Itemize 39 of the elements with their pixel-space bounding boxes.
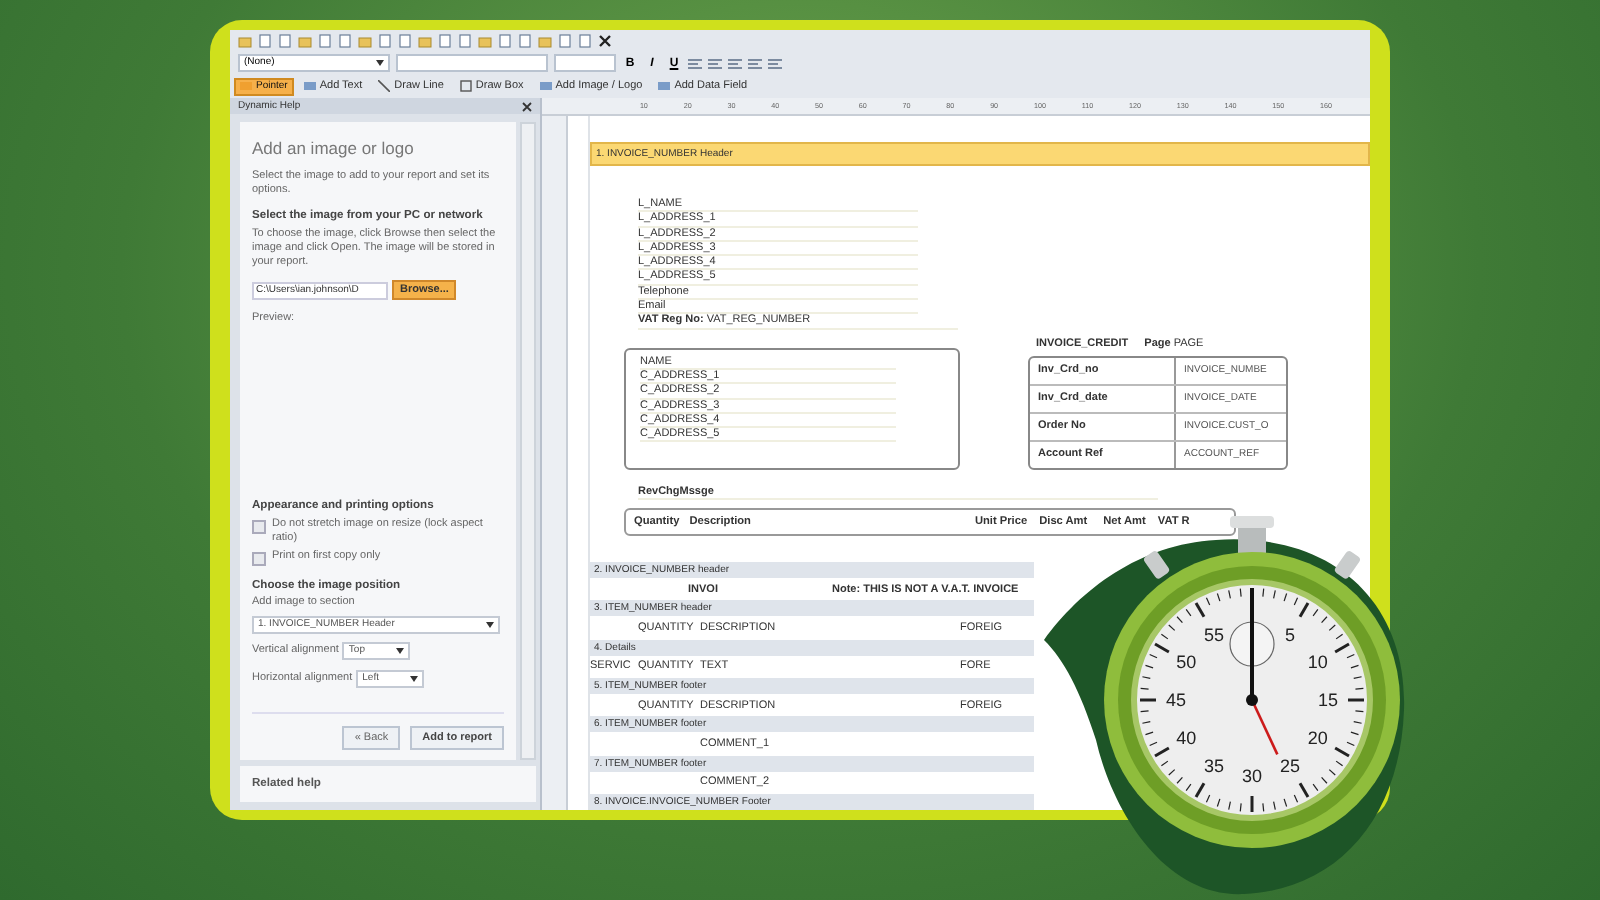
rectangle-icon — [658, 80, 671, 92]
dial-number: 35 — [1204, 756, 1224, 777]
align-icon[interactable] — [728, 57, 742, 69]
caret-icon — [376, 60, 384, 66]
scrollbar[interactable] — [520, 122, 536, 760]
dial-number: 20 — [1307, 728, 1328, 749]
close-icon[interactable] — [598, 34, 612, 48]
checkbox[interactable] — [252, 519, 266, 533]
font-dropdown[interactable] — [396, 54, 548, 72]
dial-number: 40 — [1176, 728, 1197, 749]
dial-number: 5 — [1285, 624, 1295, 645]
dial-number: 25 — [1280, 756, 1300, 777]
dial-number: 10 — [1307, 652, 1328, 673]
dial-number: 45 — [1166, 690, 1186, 711]
help-heading: Add an image or logo — [252, 138, 416, 158]
line-icon — [378, 80, 391, 92]
rectangle-icon — [303, 80, 316, 92]
folder-icon[interactable] — [418, 34, 432, 48]
align-icon[interactable] — [748, 57, 762, 69]
rectangle-icon — [240, 80, 252, 92]
close-icon[interactable] — [522, 101, 532, 111]
caret-icon — [410, 675, 419, 681]
folder-icon[interactable] — [538, 34, 552, 48]
align-icon[interactable] — [768, 57, 782, 69]
dial-number: 55 — [1204, 624, 1224, 645]
align-icon[interactable] — [688, 57, 702, 69]
rectangle-icon — [539, 80, 552, 92]
square-icon — [459, 80, 472, 92]
caret-icon — [486, 621, 494, 627]
dial-number: 15 — [1318, 690, 1338, 711]
checkbox[interactable] — [252, 552, 266, 566]
dial-number: 50 — [1176, 652, 1197, 673]
folder-icon[interactable] — [358, 34, 372, 48]
folder-icon[interactable] — [478, 34, 492, 48]
align-icon[interactable] — [708, 57, 722, 69]
folder-icon[interactable] — [238, 34, 252, 48]
dial-number: 30 — [1242, 766, 1262, 787]
folder-icon[interactable] — [298, 34, 312, 48]
caret-icon — [396, 648, 405, 654]
